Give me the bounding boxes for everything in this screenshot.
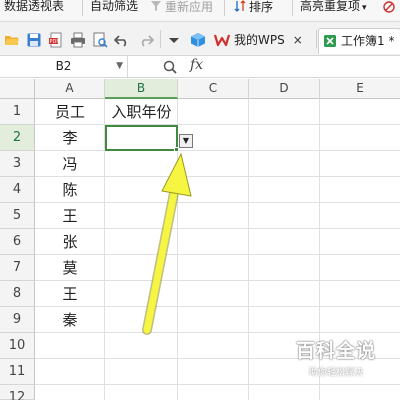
row-header-8[interactable]: 8 [0,281,35,307]
row-header-4[interactable]: 4 [0,177,35,203]
spreadsheet-doc-icon [324,35,336,47]
pivot-table-button[interactable]: 数据透视表 [4,0,64,14]
row-header-1[interactable]: 1 [0,99,35,125]
row-header-2[interactable]: 2 [0,125,35,151]
open-folder-icon[interactable] [4,32,20,48]
tab-workbook-label: 工作簿1 * [341,34,395,48]
cell-a3[interactable]: 冯 [35,151,105,177]
cell-a5[interactable]: 王 [35,203,105,229]
pivot-table-label: 数据透视表 [4,0,65,13]
clear-icon[interactable] [382,0,396,14]
row-header-9[interactable]: 9 [0,307,35,333]
cell-a6[interactable]: 张 [35,229,105,255]
tab-my-wps-label: 我的WPS [234,33,285,47]
close-icon[interactable]: × [293,33,303,47]
ribbon-divider [82,0,83,16]
row-header-7[interactable]: 7 [0,255,35,281]
select-all-corner[interactable] [0,79,35,99]
tab-my-wps[interactable]: 我的WPS × [214,28,303,54]
name-box-dropdown-icon[interactable]: ▼ [116,56,123,77]
gridline [248,99,249,400]
chevron-down-icon: ▾ [362,3,367,13]
row-header-10[interactable]: 10 [0,333,35,359]
row-header-3[interactable]: 3 [0,151,35,177]
dropdown-chevron-icon[interactable] [166,32,182,48]
sort-button[interactable]: 排序 [234,0,273,14]
column-header-c[interactable]: C [178,79,249,99]
name-box-value: B2 [55,59,72,73]
column-header-a[interactable]: A [35,79,105,99]
ribbon: 数据透视表 自动筛选 重新应用 排序 高亮重复项 ▾ [0,0,400,22]
ribbon-divider [292,0,293,16]
print-preview-icon[interactable] [92,32,108,48]
highlight-duplicates-label: 高亮重复项 [300,0,361,13]
watermark-logo: 百科全说 助你轻松解决 [286,336,386,378]
sort-icon [234,0,246,12]
quickbar-divider [316,30,317,48]
export-pdf-icon[interactable]: PDF [48,32,64,48]
column-header-b[interactable]: B [105,79,178,99]
save-icon[interactable] [26,32,42,48]
column-header-d[interactable]: D [249,79,320,99]
insert-function-button[interactable]: fx [190,57,203,73]
zoom-icon[interactable] [162,59,178,75]
redo-icon[interactable] [138,32,154,48]
cell-a2[interactable]: 李 [35,125,105,151]
row-header-5[interactable]: 5 [0,203,35,229]
auto-filter-button[interactable]: 自动筛选 [90,0,138,14]
undo-icon[interactable] [114,32,130,48]
funnel-icon [151,1,161,11]
print-icon[interactable] [70,32,86,48]
row-header-11[interactable]: 11 [0,359,35,385]
watermark-subtitle: 助你轻松解决 [308,368,363,378]
row-header-6[interactable]: 6 [0,229,35,255]
active-cell-b2[interactable] [105,125,178,151]
cell-a1[interactable]: 员工 [35,99,105,125]
highlight-duplicates-button[interactable]: 高亮重复项 ▾ [300,0,367,14]
column-header-e[interactable]: E [320,79,400,99]
formula-bar: B2 ▼ fx [0,56,400,78]
sort-label: 排序 [249,0,274,14]
validation-dropdown-button[interactable]: ▼ [179,134,193,148]
cell-a7[interactable]: 莫 [35,255,105,281]
ribbon-divider [224,0,225,16]
svg-text:PDF: PDF [50,39,60,45]
name-box[interactable]: B2 ▼ [0,56,128,77]
cell-a4[interactable]: 陈 [35,177,105,203]
watermark-title: 百科全说 [295,340,376,362]
quickbar-divider [160,30,161,48]
cell-a8[interactable]: 王 [35,281,105,307]
row-header-12[interactable]: 12 [0,385,35,400]
auto-filter-label: 自动筛选 [90,0,139,13]
reapply-label: 重新应用 [165,0,214,14]
gridline [35,384,400,385]
cell-b1[interactable]: 入职年份 [105,99,178,125]
cell-a9[interactable]: 秦 [35,307,105,333]
quick-access-bar: PDF 我的WPS × 工作簿1 * [0,22,400,56]
tab-workbook[interactable]: 工作簿1 * [318,28,400,54]
reapply-button[interactable]: 重新应用 [150,0,213,14]
wps-logo-icon [214,34,230,47]
cube-icon[interactable] [190,32,206,48]
